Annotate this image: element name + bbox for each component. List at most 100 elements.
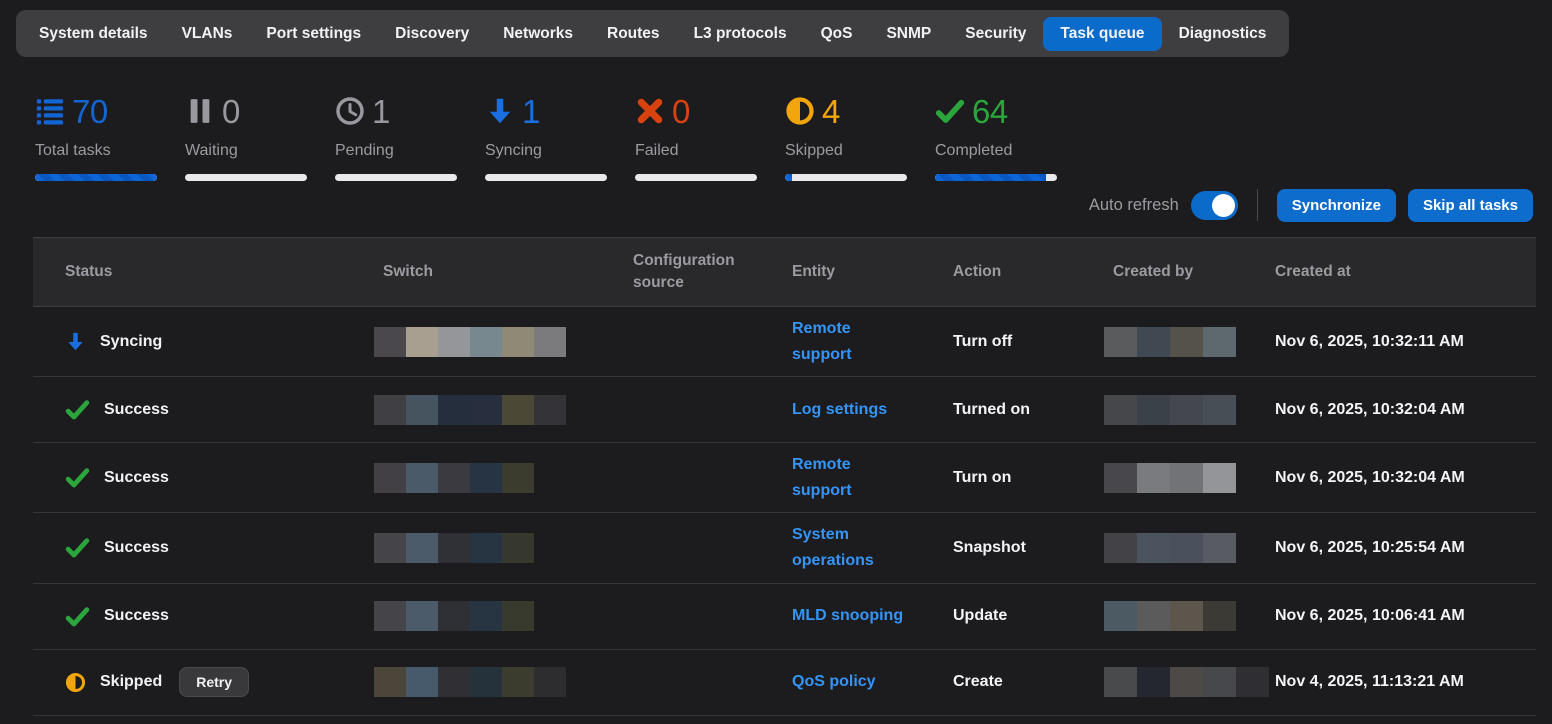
stat-value: 0 — [222, 95, 240, 128]
redacted-pixelated-text — [374, 463, 633, 493]
status-label: Syncing — [100, 333, 162, 351]
entity-cell: Log settings — [792, 397, 953, 423]
action-cell: Turned on — [953, 401, 1113, 419]
table-row: Success System operations Snapshot Nov 6, 2… — [33, 513, 1536, 583]
synchronize-button[interactable]: Synchronize — [1277, 189, 1396, 222]
tab-snmp[interactable]: SNMP — [869, 17, 948, 51]
tab-routes[interactable]: Routes — [590, 17, 677, 51]
status-label: Success — [104, 469, 169, 487]
list-icon — [35, 96, 65, 126]
created-at-cell: Nov 4, 2025, 11:13:21 AM — [1275, 673, 1536, 691]
status-label: Success — [104, 401, 169, 419]
status-label: Success — [104, 539, 169, 557]
column-header-status: Status — [33, 261, 383, 283]
half-circle-icon — [65, 672, 86, 693]
stat-progress-bar — [935, 174, 1057, 181]
retry-button[interactable]: Retry — [179, 667, 249, 697]
created-by-cell — [1113, 327, 1275, 357]
action-cell: Update — [953, 607, 1113, 625]
tab-task-queue[interactable]: Task queue — [1043, 17, 1161, 51]
toggle-knob — [1212, 194, 1235, 217]
x-icon — [635, 96, 665, 126]
tab-l3-protocols[interactable]: L3 protocols — [677, 17, 804, 51]
stat-label: Total tasks — [35, 142, 157, 160]
redacted-pixelated-text — [374, 395, 633, 425]
stat-value: 1 — [372, 95, 390, 128]
tab-system-details[interactable]: System details — [22, 17, 165, 51]
stat-progress-bar — [485, 174, 607, 181]
status-label: Skipped — [100, 673, 162, 691]
created-at-cell: Nov 6, 2025, 10:06:41 AM — [1275, 607, 1536, 625]
check-icon — [65, 604, 90, 629]
switch-cell — [383, 667, 633, 697]
redacted-pixelated-text — [1104, 327, 1275, 357]
stat-progress-bar — [35, 174, 157, 181]
stat-label: Failed — [635, 142, 757, 160]
stat-progress-bar — [185, 174, 307, 181]
entity-link[interactable]: MLD snooping — [792, 603, 903, 629]
redacted-pixelated-text — [374, 327, 633, 357]
arrow-down-icon — [65, 331, 86, 352]
table-row: Skipped Retry QoS policy Create Nov 4, 2025,… — [33, 650, 1536, 716]
table-controls: Auto refresh Synchronize Skip all tasks — [0, 185, 1533, 225]
switch-cell — [383, 533, 633, 563]
stat-label: Skipped — [785, 142, 907, 160]
stat-label: Pending — [335, 142, 457, 160]
status-cell: Success — [33, 535, 383, 560]
switch-cell — [383, 327, 633, 357]
switch-cell — [383, 463, 633, 493]
status-cell: Syncing — [33, 331, 383, 352]
skip-all-tasks-button[interactable]: Skip all tasks — [1408, 189, 1533, 222]
redacted-pixelated-text — [1104, 533, 1275, 563]
table-row: Success MLD snooping Update Nov 6, 2025, 10… — [33, 584, 1536, 650]
entity-link[interactable]: Remote support — [792, 316, 904, 367]
switch-cell — [383, 395, 633, 425]
tab-discovery[interactable]: Discovery — [378, 17, 486, 51]
created-at-cell: Nov 6, 2025, 10:32:04 AM — [1275, 469, 1536, 487]
entity-link[interactable]: QoS policy — [792, 669, 876, 695]
entity-link[interactable]: System operations — [792, 522, 904, 573]
stat-value: 1 — [522, 95, 540, 128]
table-header-row: StatusSwitchConfiguration sourceEntityAc… — [33, 237, 1536, 307]
task-queue-table: StatusSwitchConfiguration sourceEntityAc… — [33, 237, 1536, 716]
entity-cell: QoS policy — [792, 669, 953, 695]
table-row: SuccessRemote supportTurn onNov 6, 2025,… — [33, 443, 1536, 513]
action-cell: Snapshot — [953, 539, 1113, 557]
arrow-down-icon — [485, 96, 515, 126]
entity-cell: MLD snooping — [792, 603, 953, 629]
redacted-pixelated-text — [374, 667, 633, 697]
stat-pending: 1 Pending — [335, 93, 457, 181]
created-at-cell: Nov 6, 2025, 10:25:54 AM — [1275, 539, 1536, 557]
status-cell: Success — [33, 465, 383, 490]
task-stats-row: 70Total tasks0Waiting1Pending1Syncing0Fa… — [35, 93, 1552, 181]
status-cell: Success — [33, 397, 383, 422]
redacted-pixelated-text — [1104, 463, 1275, 493]
action-cell: Create — [953, 673, 1113, 691]
auto-refresh-toggle[interactable] — [1191, 191, 1238, 220]
created-by-cell — [1113, 601, 1275, 631]
tab-networks[interactable]: Networks — [486, 17, 590, 51]
stat-label: Syncing — [485, 142, 607, 160]
created-at-cell: Nov 6, 2025, 10:32:04 AM — [1275, 401, 1536, 419]
stat-label: Waiting — [185, 142, 307, 160]
controls-divider — [1257, 189, 1258, 221]
tab-qos[interactable]: QoS — [804, 17, 870, 51]
tab-vlans[interactable]: VLANs — [165, 17, 250, 51]
switch-cell — [383, 601, 633, 631]
entity-cell: Remote support — [792, 316, 953, 367]
pause-icon — [185, 96, 215, 126]
created-by-cell — [1113, 667, 1275, 697]
entity-link[interactable]: Log settings — [792, 397, 887, 423]
table-row: Success Log settings Turned on Nov 6, 2025,… — [33, 377, 1536, 443]
tab-port-settings[interactable]: Port settings — [249, 17, 378, 51]
stat-value: 4 — [822, 95, 840, 128]
redacted-pixelated-text — [374, 533, 633, 563]
tab-security[interactable]: Security — [948, 17, 1043, 51]
stat-value: 70 — [72, 95, 108, 128]
entity-link[interactable]: Remote support — [792, 452, 904, 503]
redacted-pixelated-text — [1104, 667, 1275, 697]
entity-cell: System operations — [792, 522, 953, 573]
status-cell: Success — [33, 604, 383, 629]
tab-diagnostics[interactable]: Diagnostics — [1162, 17, 1284, 51]
check-icon — [65, 465, 90, 490]
